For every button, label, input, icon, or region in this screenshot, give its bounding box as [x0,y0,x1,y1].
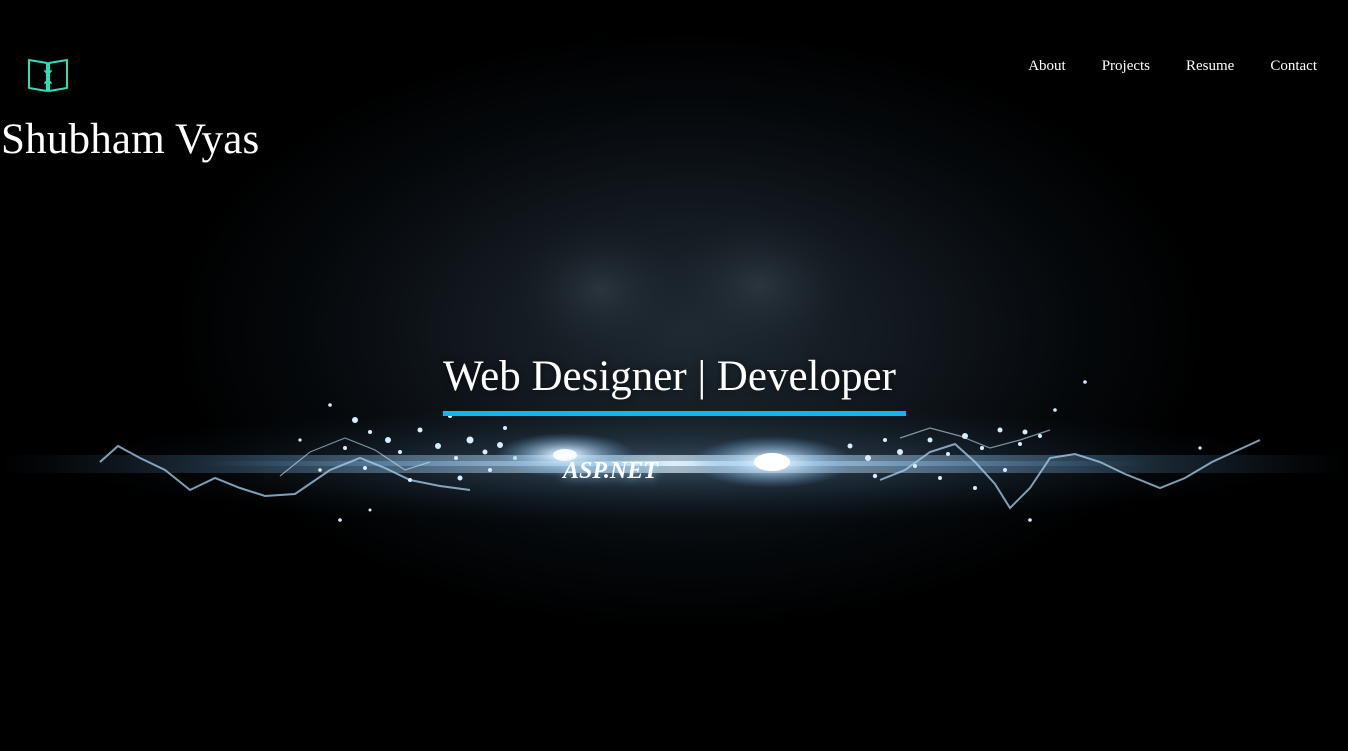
rotating-skill-text: ASP.NET [563,458,658,484]
brand-name: Shubham Vyas [1,116,260,163]
main-nav: About Projects Resume Contact [1028,57,1317,75]
nav-link-projects[interactable]: Projects [1102,57,1150,75]
hero-tagline-block: Web Designer | Developer [443,352,906,416]
hero-section: Shubham Vyas About Projects Resume Conta… [0,0,1348,751]
nav-link-contact[interactable]: Contact [1270,57,1317,75]
nav-link-resume[interactable]: Resume [1186,57,1234,75]
book-arrows-icon[interactable] [26,57,70,93]
tagline-underline [443,411,906,416]
hero-tagline: Web Designer | Developer [443,353,896,400]
nav-link-about[interactable]: About [1028,57,1066,75]
